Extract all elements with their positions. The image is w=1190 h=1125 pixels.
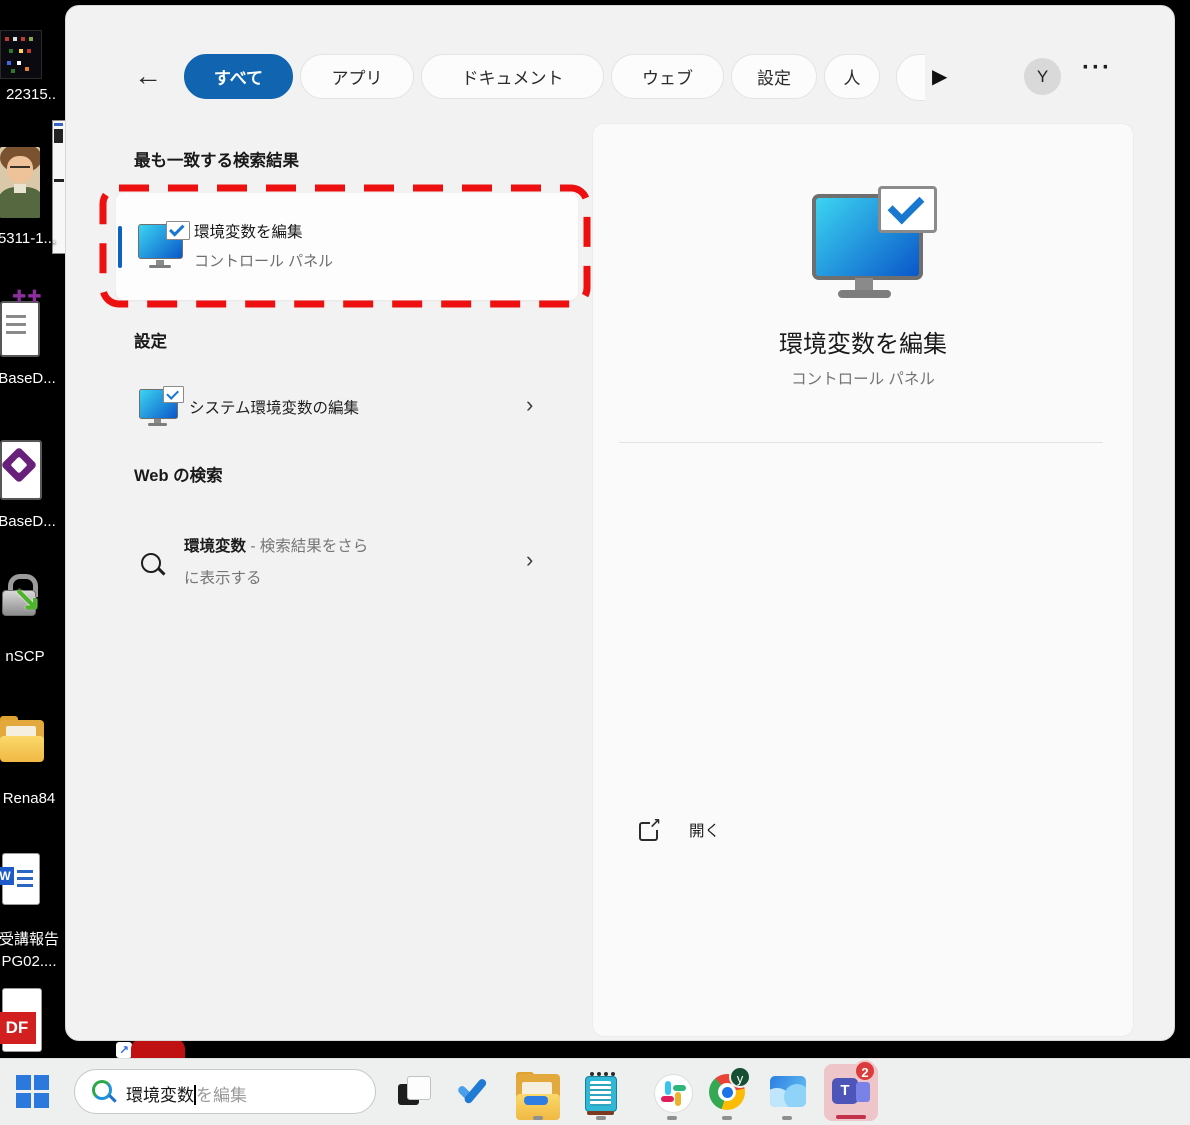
tab-documents[interactable]: ドキュメント bbox=[421, 54, 604, 99]
tab-apps[interactable]: アプリ bbox=[300, 54, 414, 99]
word-icon: W bbox=[0, 867, 14, 885]
shortcut-arrow-icon: ↗ bbox=[116, 1042, 132, 1058]
chrome-app-button[interactable]: y bbox=[709, 1074, 747, 1112]
chevron-right-icon: › bbox=[526, 551, 533, 569]
best-match-header: 最も一致する検索結果 bbox=[134, 147, 299, 171]
settings-section-header: 設定 bbox=[134, 328, 167, 352]
desktop-icon-portrait[interactable] bbox=[0, 147, 40, 218]
web-search-query: 環境変数 bbox=[184, 538, 246, 555]
search-filter-tabs: すべて アプリ ドキュメント ウェブ 設定 人 bbox=[184, 54, 880, 99]
tab-overflow-partial[interactable] bbox=[896, 54, 925, 101]
open-external-icon: ↗ bbox=[639, 822, 658, 841]
desktop-icon-label: 5311-1... bbox=[0, 230, 60, 247]
more-options-button[interactable]: ··· bbox=[1082, 54, 1112, 82]
running-indicator bbox=[722, 1116, 732, 1120]
desktop-icon-winscp[interactable]: ↘ bbox=[0, 572, 46, 644]
desktop-icon-game[interactable] bbox=[0, 30, 42, 79]
tab-people[interactable]: 人 bbox=[824, 54, 880, 99]
tab-all[interactable]: すべて bbox=[184, 54, 293, 99]
web-search-result-item[interactable]: 環境変数 - 検索結果をさら に表示する › bbox=[116, 521, 578, 599]
desktop-icon-label: 22315.. bbox=[0, 86, 64, 103]
plus-plus-icon: ✚✚ bbox=[12, 287, 43, 307]
task-view-button[interactable] bbox=[398, 1076, 430, 1108]
running-indicator bbox=[667, 1116, 677, 1120]
desktop-icon-word-document[interactable]: W bbox=[0, 853, 44, 919]
running-indicator bbox=[782, 1116, 792, 1120]
chevron-right-icon: › bbox=[526, 396, 533, 414]
settings-result-label: システム環境変数の編集 bbox=[189, 396, 359, 418]
notepad-app-button[interactable] bbox=[585, 1072, 617, 1116]
desktop-icon-visual-studio[interactable] bbox=[0, 434, 46, 500]
todo-app-button[interactable] bbox=[456, 1076, 494, 1108]
teams-app-button[interactable]: T 2 bbox=[824, 1064, 878, 1121]
typed-text: 環境変数 bbox=[126, 1086, 194, 1105]
partial-desktop-icon[interactable] bbox=[131, 1039, 185, 1058]
tab-settings[interactable]: 設定 bbox=[731, 54, 817, 99]
pdf-icon: DF bbox=[0, 1012, 36, 1044]
running-indicator bbox=[533, 1116, 543, 1120]
desktop-icon-label: PG02.... bbox=[0, 953, 62, 970]
photos-app-button[interactable] bbox=[770, 1076, 806, 1107]
inline-suggestion: を編集 bbox=[196, 1086, 247, 1105]
desktop-icon-label: 受講報告 bbox=[0, 928, 62, 949]
teams-icon: T bbox=[832, 1078, 858, 1104]
preview-pane: 環境変数を編集 コントロール パネル ↗ 開く bbox=[592, 123, 1134, 1037]
chrome-profile-badge: y bbox=[729, 1066, 751, 1088]
running-indicator bbox=[596, 1116, 606, 1120]
desktop-icon-label: nSCP bbox=[0, 648, 58, 665]
open-label: 開く bbox=[689, 819, 720, 841]
web-search-section-header: Web の検索 bbox=[134, 462, 223, 486]
open-action[interactable]: ↗ 開く bbox=[593, 464, 1133, 514]
desktop-icon-source-file[interactable]: ✚✚ bbox=[0, 291, 46, 357]
active-app-indicator bbox=[836, 1115, 866, 1119]
tab-web[interactable]: ウェブ bbox=[611, 54, 724, 99]
slack-app-button[interactable] bbox=[654, 1074, 693, 1113]
annotation-highlight-box bbox=[98, 183, 592, 309]
settings-result-item[interactable]: システム環境変数の編集 › bbox=[116, 378, 578, 434]
teams-notification-badge: 2 bbox=[854, 1060, 876, 1082]
web-search-suffix: - 検索結果をさら bbox=[246, 538, 368, 555]
desktop-icon-label: Rena84 bbox=[0, 790, 62, 807]
web-search-suffix-2: に表示する bbox=[184, 570, 262, 587]
preview-subtitle: コントロール パネル bbox=[593, 367, 1133, 389]
desktop-icon-label: BaseD... bbox=[0, 370, 60, 387]
green-arrow-icon: ↘ bbox=[12, 580, 41, 620]
search-icon bbox=[92, 1080, 116, 1104]
file-explorer-button[interactable] bbox=[516, 1072, 560, 1118]
preview-title: 環境変数を編集 bbox=[593, 324, 1133, 359]
desktop-icon-pdf[interactable]: DF bbox=[0, 988, 44, 1058]
back-button[interactable]: ← bbox=[134, 56, 162, 96]
account-avatar[interactable]: Y bbox=[1024, 58, 1061, 95]
taskbar-search-input[interactable]: 環境変数を編集 bbox=[126, 1081, 247, 1106]
divider bbox=[619, 442, 1103, 443]
search-flyout-panel: ← すべて アプリ ドキュメント ウェブ 設定 人 ▶ Y ··· 最も一致する… bbox=[65, 5, 1175, 1041]
scroll-tabs-button[interactable]: ▶ bbox=[932, 58, 947, 96]
desktop-icon-folder[interactable] bbox=[0, 716, 44, 764]
start-button[interactable] bbox=[16, 1075, 50, 1109]
desktop-icon-label: BaseD... bbox=[0, 513, 60, 530]
search-icon bbox=[141, 553, 167, 579]
